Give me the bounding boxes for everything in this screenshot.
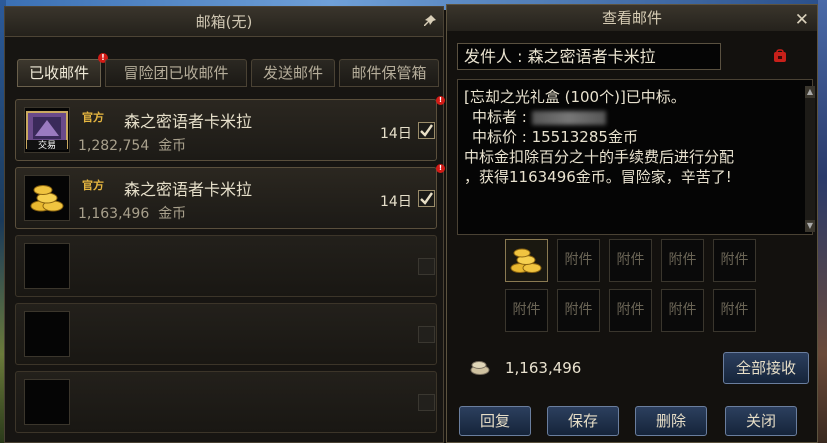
currency-label: 金币 [158,138,187,154]
attachment-slot[interactable]: 附件 [609,289,652,332]
close-icon[interactable]: ✕ [795,7,809,33]
attachment-grid: 附件 附件 附件 附件 附件 附件 附件 附件 附件 [457,237,813,337]
view-mail-window: 查看邮件 ✕ 发件人 : 森之密语者卡米拉 [忘却之光礼盒 (100个)]已中标… [446,4,818,443]
mail-select-checkbox [418,326,435,343]
attached-gold-row: 1,163,496 全部接收 [457,347,813,391]
item-slot [24,311,70,357]
scene-background-right [818,0,827,443]
tab-label: 发送邮件 [262,64,323,82]
mail-list-item-empty [15,235,437,297]
mail-gold-amount: 1,282,754 金币 [78,135,186,155]
attachment-slot[interactable]: 附件 [505,289,548,332]
mail-expiry-days: 14日 [380,126,412,142]
item-slot: 交易 [24,107,70,153]
item-slot [24,243,70,289]
attached-gold-amount: 1,163,496 [505,359,582,377]
content-line: ，获得1163496金币。冒险家，辛苦了! [464,168,732,186]
mailbox-title-bar[interactable]: 邮箱(无) [5,7,443,37]
scroll-up-icon[interactable]: ▲ [805,86,815,98]
gold-coins-icon [30,185,64,212]
tab-label: 已收邮件 [28,64,89,82]
mail-list-item-empty [15,371,437,433]
tab-mail-storage[interactable]: 邮件保管箱 [339,59,439,87]
attachment-slot[interactable]: 附件 [713,289,756,332]
tab-sent-mail[interactable]: 发送邮件 [251,59,335,87]
content-line: 中标者 : [472,106,606,127]
close-button[interactable]: 关闭 [725,406,797,436]
mail-sender: 森之密语者卡米拉 [124,180,253,199]
mail-list-item[interactable]: 交易 官方 森之密语者卡米拉 1,282,754 金币 14日 ! [15,96,445,161]
attachment-slot[interactable]: 附件 [609,239,652,282]
item-slot [24,379,70,425]
scroll-down-icon[interactable]: ▼ [805,220,815,232]
attachment-slot[interactable]: 附件 [557,239,600,282]
trade-box-icon: 交易 [26,111,68,151]
currency-label: 金币 [158,206,187,222]
item-label: 交易 [38,139,56,151]
attachment-slot-gold[interactable] [505,239,548,282]
winner-label: 中标者 : [472,108,527,126]
attachment-slot[interactable]: 附件 [713,239,756,282]
sender-field: 发件人 : 森之密语者卡米拉 [457,43,721,70]
tab-label: 邮件保管箱 [351,64,427,82]
content-scrollbar[interactable]: ▲ ▼ [805,86,815,232]
reply-button[interactable]: 回复 [459,406,531,436]
mail-select-checkbox[interactable] [418,190,435,207]
mail-content: [忘却之光礼盒 (100个)]已中标。 中标者 : 中标价 : 15513285… [457,79,815,235]
mail-select-checkbox[interactable] [418,122,435,139]
mailbox-window: 邮箱(无) 已收邮件 ! 冒险团已收邮件 发送邮件 邮件保管箱 交易 官方 森之… [4,6,445,443]
censored-name [531,110,606,125]
content-line: 中标价 : 15513285金币 [472,128,638,146]
new-mail-indicator: ! [436,96,445,105]
receive-all-button[interactable]: 全部接收 [723,352,809,384]
attachment-slot[interactable]: 附件 [661,239,704,282]
gold-coins-icon [510,248,542,273]
view-mail-title: 查看邮件 [601,9,662,27]
mail-select-checkbox [418,258,435,275]
official-badge: 官方 [82,111,104,124]
tab-label: 冒险团已收邮件 [123,64,229,82]
delete-button[interactable]: 删除 [635,406,707,436]
mail-list-item-empty [15,303,437,365]
item-slot [24,175,70,221]
view-mail-title-bar[interactable]: 查看邮件 ✕ [447,5,817,31]
amount-value: 1,282,754 [78,138,150,154]
block-sender-icon[interactable] [773,49,787,63]
pin-icon[interactable] [423,14,437,28]
mail-list-item[interactable]: 官方 森之密语者卡米拉 1,163,496 金币 14日 ! [15,164,445,229]
tab-received-mail[interactable]: 已收邮件 ! [17,53,108,87]
attachment-slot[interactable]: 附件 [557,289,600,332]
check-icon [420,124,433,137]
gold-coin-icon [470,361,490,375]
amount-value: 1,163,496 [78,206,150,222]
save-button[interactable]: 保存 [547,406,619,436]
tab-adventure-team-mail[interactable]: 冒险团已收邮件 [105,59,247,87]
content-line: 中标金扣除百分之十的手续费后进行分配 [464,148,735,166]
content-line: [忘却之光礼盒 (100个)]已中标。 [464,88,686,106]
mail-sender: 森之密语者卡米拉 [124,112,253,131]
mail-gold-amount: 1,163,496 金币 [78,203,186,223]
mail-expiry-days: 14日 [380,194,412,210]
attachment-slot[interactable]: 附件 [661,289,704,332]
new-mail-indicator: ! [436,164,445,173]
check-icon [420,192,433,205]
mailbox-title: 邮箱(无) [195,13,253,31]
official-badge: 官方 [82,179,104,192]
mail-select-checkbox [418,394,435,411]
